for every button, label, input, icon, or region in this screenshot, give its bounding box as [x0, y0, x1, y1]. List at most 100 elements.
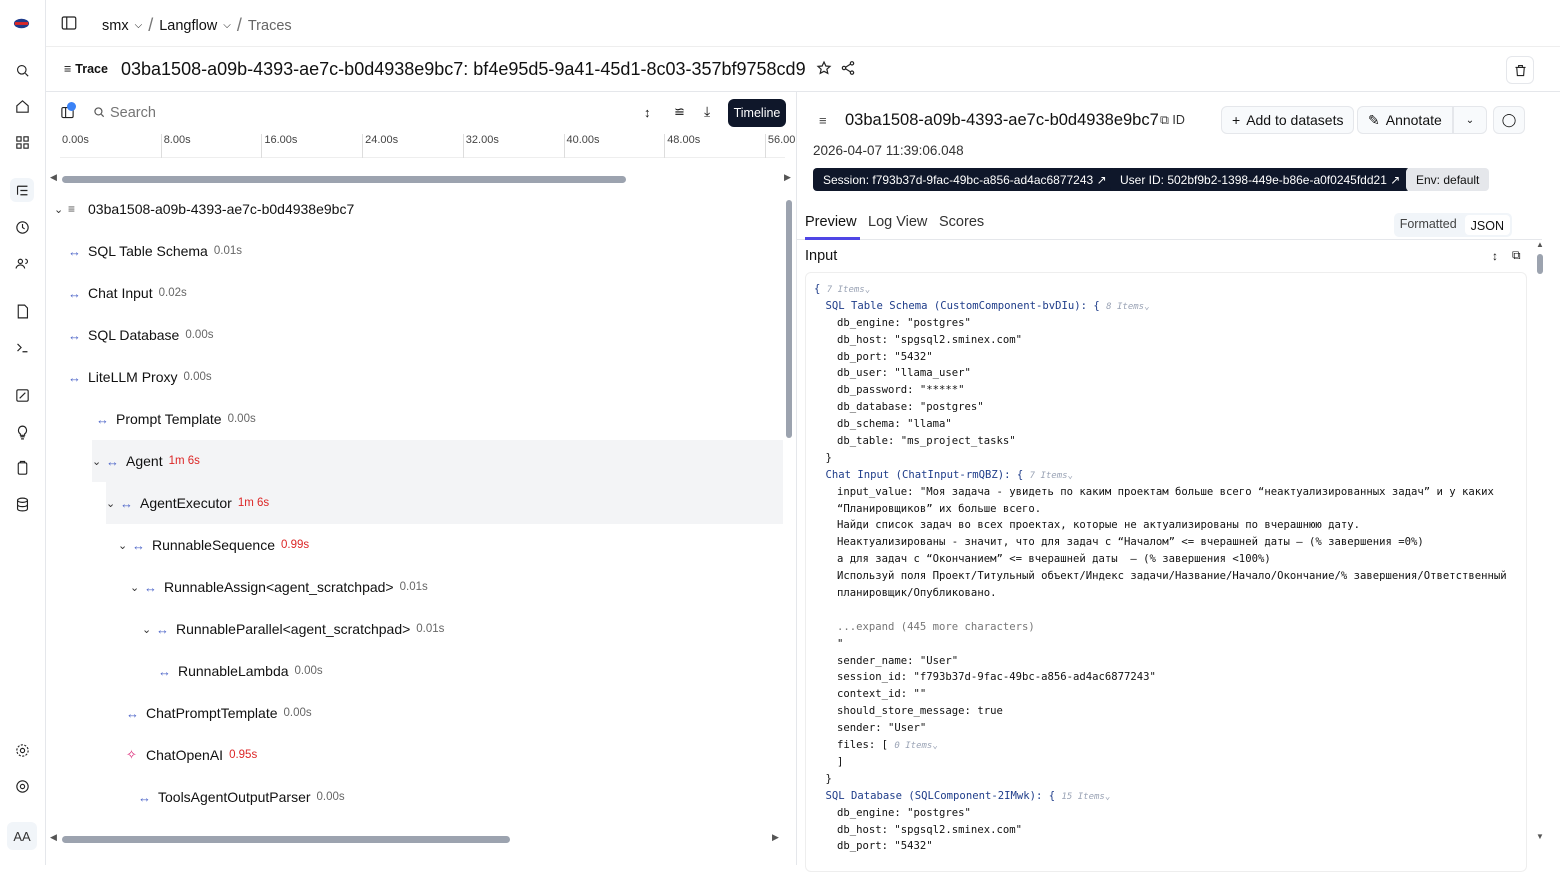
- vertical-scrollbar[interactable]: [1537, 254, 1543, 274]
- annotation-icon[interactable]: [10, 456, 34, 480]
- share-icon[interactable]: [840, 60, 856, 79]
- chevron-down-icon[interactable]: ⌄: [932, 741, 937, 751]
- scroll-right-icon[interactable]: ▶: [772, 832, 779, 843]
- sidebar-toggle-icon[interactable]: [60, 14, 78, 36]
- copy-id-button[interactable]: ⧉ ID: [1160, 113, 1185, 128]
- tab-scores[interactable]: Scores: [939, 214, 984, 230]
- support-icon[interactable]: [10, 774, 34, 798]
- tree-row-name: Chat Input: [88, 285, 153, 301]
- add-to-datasets-button[interactable]: + Add to datasets: [1221, 106, 1355, 134]
- json-collapse-toggle[interactable]: 7 Items: [1030, 471, 1068, 481]
- tree-row[interactable]: ↔ RunnableLambda 0.00s: [142, 650, 783, 692]
- tree-row-duration: 1m 6s: [168, 455, 200, 467]
- chevron-down-icon[interactable]: ⌄: [1105, 792, 1110, 802]
- session-badge[interactable]: Session: f793b37d-9fac-49bc-a856-ad4ac68…: [813, 168, 1117, 191]
- format-json[interactable]: JSON: [1464, 215, 1510, 235]
- scroll-down-icon[interactable]: ▼: [1536, 832, 1544, 841]
- json-text: sender_name: "User": [837, 654, 959, 667]
- chevron-down-icon[interactable]: ⌵: [223, 20, 231, 31]
- json-collapse-toggle[interactable]: 0 Items: [894, 741, 932, 751]
- sessions-icon[interactable]: [10, 215, 34, 239]
- tree-row[interactable]: ↔ Chat Input 0.02s: [60, 272, 783, 314]
- tree-row[interactable]: ⌄ ↔ RunnableSequence 0.99s: [118, 524, 783, 566]
- traces-icon[interactable]: [10, 178, 34, 202]
- vertical-scrollbar[interactable]: [786, 200, 792, 438]
- json-line: db_port: "5432": [814, 349, 1526, 366]
- trace-list-icon: ≡: [819, 113, 827, 128]
- tab-preview[interactable]: Preview: [805, 214, 857, 230]
- chevron-down-icon[interactable]: ⌄: [54, 203, 68, 216]
- download-icon[interactable]: ⤓: [704, 103, 710, 120]
- json-collapse-toggle[interactable]: 7 Items: [827, 285, 865, 295]
- scroll-left-icon[interactable]: ◀: [50, 172, 57, 183]
- user-badge[interactable]: User ID: 502bf9b2-1398-449e-b86e-a0f0245…: [1110, 168, 1411, 191]
- chevron-down-icon[interactable]: ⌄: [130, 581, 144, 594]
- comment-icon: ◯: [1501, 112, 1517, 127]
- json-collapse-toggle[interactable]: 15 Items: [1062, 792, 1105, 802]
- tree-row[interactable]: ↔ LiteLLM Proxy 0.00s: [60, 356, 783, 398]
- tree-row[interactable]: ✧ ChatOpenAI 0.95s: [118, 734, 783, 776]
- json-text: }: [825, 451, 832, 464]
- dashboard-icon[interactable]: [10, 130, 34, 154]
- chevron-down-icon[interactable]: ⌄: [865, 285, 870, 295]
- tree-row[interactable]: ⌄ ↔ AgentExecutor 1m 6s: [106, 482, 783, 524]
- chevron-down-icon[interactable]: ⌄: [1068, 471, 1073, 481]
- tree-row[interactable]: ↔ SQL Database 0.00s: [60, 314, 783, 356]
- json-text: db_host: "spgsql2.sminex.com": [837, 333, 1022, 346]
- format-formatted[interactable]: Formatted: [1394, 213, 1463, 237]
- scroll-right-icon[interactable]: ▶: [784, 172, 791, 183]
- scores-icon[interactable]: [10, 383, 34, 407]
- tree-row[interactable]: ↔ ToolsAgentOutputParser 0.00s: [130, 776, 783, 818]
- chevron-down-icon[interactable]: ⌄: [1144, 302, 1149, 312]
- project-selector[interactable]: Langflow: [159, 18, 217, 34]
- prompts-icon[interactable]: [10, 299, 34, 323]
- filter-icon[interactable]: ≌: [674, 104, 685, 120]
- playground-icon[interactable]: [10, 335, 34, 359]
- tree-row[interactable]: ⌄ ↔ RunnableAssign<agent_scratchpad> 0.01s: [130, 566, 783, 608]
- copy-icon: ⧉: [1160, 113, 1169, 127]
- horizontal-scrollbar[interactable]: [62, 836, 510, 843]
- horizontal-scrollbar[interactable]: [62, 176, 626, 183]
- tree-root[interactable]: ⌄ ≡ 03ba1508-a09b-4393-ae7c-b0d4938e9bc7: [54, 188, 783, 230]
- avatar[interactable]: AA: [7, 822, 37, 850]
- scroll-left-icon[interactable]: ◀: [50, 832, 57, 843]
- chevron-down-icon[interactable]: ⌵: [135, 20, 143, 31]
- tree-root-label: 03ba1508-a09b-4393-ae7c-b0d4938e9bc7: [88, 201, 355, 217]
- comments-button[interactable]: ◯: [1493, 106, 1525, 134]
- json-line: }: [814, 450, 1526, 467]
- settings-icon[interactable]: [10, 738, 34, 762]
- search-input[interactable]: [90, 103, 390, 123]
- datasets-icon[interactable]: [10, 492, 34, 516]
- chevron-down-icon[interactable]: ⌄: [118, 539, 132, 552]
- collapse-icon[interactable]: ↕: [1492, 249, 1498, 263]
- lightbulb-icon[interactable]: [10, 420, 34, 444]
- annotate-menu-button[interactable]: ⌄: [1453, 106, 1487, 134]
- tree-row[interactable]: ⌄ ↔ Agent 1m 6s: [92, 440, 783, 482]
- chevron-down-icon[interactable]: ⌄: [92, 455, 106, 468]
- users-icon[interactable]: [10, 251, 34, 275]
- annotate-button[interactable]: ✎ Annotate: [1357, 106, 1453, 134]
- copy-icon[interactable]: ⧉: [1512, 248, 1521, 263]
- timeline-ruler: 0.00s 8.00s 16.00s 24.00s 32.00s 40.00s 48.00s…: [60, 132, 795, 158]
- json-collapse-toggle[interactable]: 8 Items: [1106, 302, 1144, 312]
- tree-row[interactable]: ↔ Prompt Template 0.00s: [88, 398, 783, 440]
- collapse-icon[interactable]: ↕: [644, 105, 651, 120]
- format-toggle[interactable]: Formatted JSON: [1393, 213, 1512, 237]
- scroll-up-icon[interactable]: ▲: [1536, 240, 1544, 249]
- langfuse-logo[interactable]: [13, 15, 30, 32]
- tree-row[interactable]: ↔ SQL Table Schema 0.01s: [60, 230, 783, 272]
- panel-toggle-icon[interactable]: [60, 102, 76, 123]
- chevron-down-icon[interactable]: ⌄: [142, 623, 156, 636]
- tree-row-name: ChatOpenAI: [146, 747, 224, 763]
- tree-row[interactable]: ⌄ ↔ RunnableParallel<agent_scratchpad> 0.01…: [142, 608, 783, 650]
- chevron-down-icon[interactable]: ⌄: [106, 497, 120, 510]
- delete-button[interactable]: [1506, 56, 1534, 84]
- json-line: }: [814, 771, 1526, 788]
- tree-row[interactable]: ↔ ChatPromptTemplate 0.00s: [118, 692, 783, 734]
- tab-log-view[interactable]: Log View: [868, 214, 927, 230]
- home-icon[interactable]: [10, 94, 34, 118]
- search-icon[interactable]: [10, 58, 34, 82]
- star-icon[interactable]: [816, 60, 832, 79]
- timeline-button[interactable]: Timeline: [728, 99, 786, 127]
- workspace-selector[interactable]: smx: [102, 18, 129, 34]
